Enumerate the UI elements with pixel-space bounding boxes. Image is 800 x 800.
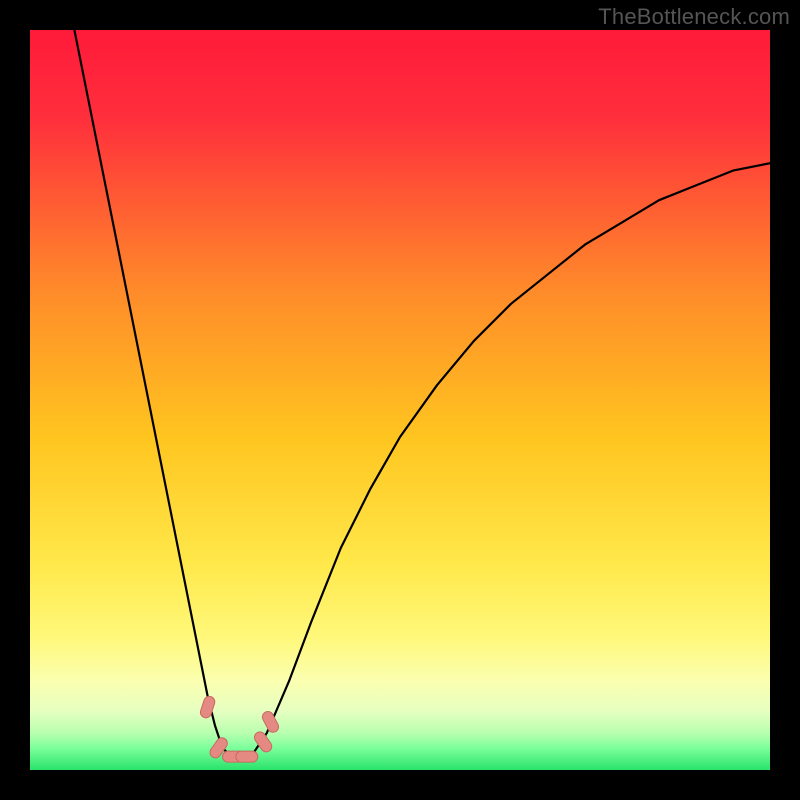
series-right-branch [252,163,770,755]
valley-marker-5 [260,710,280,735]
curve-layer [30,30,770,770]
series-left-branch [74,30,229,755]
watermark-text: TheBottleneck.com [598,4,790,30]
chart-frame: TheBottleneck.com [0,0,800,800]
curve-series [74,30,770,759]
plot-area [30,30,770,770]
valley-marker-0 [199,695,216,719]
valley-marker-3 [236,751,258,762]
curve-markers [199,695,281,762]
